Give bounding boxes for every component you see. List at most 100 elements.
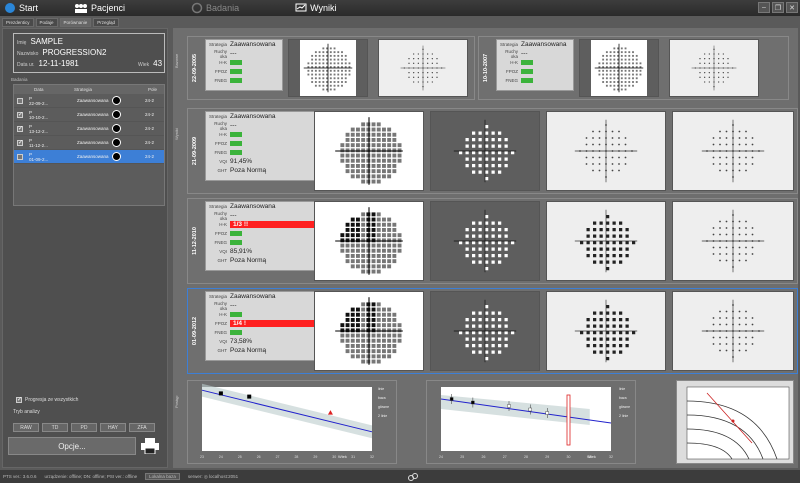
vfi-legend: linie baza główne 2 linie <box>378 385 389 421</box>
eye-icon <box>112 152 121 161</box>
eye-icon <box>112 138 121 147</box>
result-panel[interactable]: 01-09-2012 Strategia Zaawansowana Ruchy o… <box>187 288 798 374</box>
baseline-greyscale-map[interactable] <box>288 39 368 97</box>
tab-0[interactable]: Prezdenticy <box>2 18 34 27</box>
age-label: Wiek <box>138 62 150 68</box>
test-row[interactable]: P 01-09-2... Zaawansowana 24-2 <box>14 150 164 164</box>
printer-icon[interactable] <box>140 438 160 454</box>
pattern-deviation-map[interactable] <box>546 111 666 191</box>
md-xlabel: Wiek <box>587 454 596 459</box>
vfi-tick: 31 <box>351 455 355 459</box>
tab-3[interactable]: Przegląd <box>93 18 120 27</box>
nav-results[interactable]: Wyniki <box>291 2 337 14</box>
md-highlight-bar <box>566 394 571 446</box>
td-button[interactable]: TD <box>42 423 68 432</box>
md-chart-svg: 24 25 26 27 28 29 30 31 32 <box>439 387 613 459</box>
greyscale-map[interactable] <box>314 111 424 191</box>
nav-start[interactable]: Start <box>0 2 38 14</box>
test-field: 24-2 <box>145 126 155 131</box>
tests-label: Badania <box>11 77 28 82</box>
md-legend-3: 2 linie <box>619 414 629 418</box>
vfi-tick: 29 <box>313 455 317 459</box>
md-legend-0: linie <box>619 387 626 391</box>
progression-map[interactable] <box>672 201 794 281</box>
baseline-dot-map[interactable] <box>378 39 468 97</box>
md-tick: 24 <box>439 455 443 459</box>
test-date: 13-12-2... <box>29 128 49 134</box>
baseline-panel[interactable]: 22-09-2005 Strategia Zaawansowana Ruchy o… <box>187 36 475 100</box>
eye-icon <box>112 110 121 119</box>
vfi-tick: 28 <box>294 455 298 459</box>
baseline-date: 10-10-2007 <box>483 53 490 83</box>
result-panel[interactable]: 11-12-2010 Strategia Zaawansowana Ruchy o… <box>187 198 798 284</box>
restore-icon[interactable]: ❐ <box>772 2 784 13</box>
vfi-legend-3: 2 linie <box>378 414 388 418</box>
test-row[interactable]: ✓ P 11-12-2... Zaawansowana 24-2 <box>14 136 164 150</box>
baseline-greyscale-map[interactable] <box>579 39 659 97</box>
pattern-deviation-map[interactable] <box>546 291 666 371</box>
progression-map[interactable] <box>672 291 794 371</box>
result-panel[interactable]: 21-09-2009 Strategia Zaawansowana Ruchy o… <box>187 108 798 194</box>
options-button[interactable]: Opcje... <box>8 437 136 455</box>
test-row-checkbox[interactable]: ✓ <box>17 139 23 146</box>
test-row-checkbox[interactable] <box>17 97 23 104</box>
tab-1[interactable]: Podaje <box>35 18 58 27</box>
results-area: Bazowe Wyniki Postęp 22-09-2005 Strategi… <box>173 28 798 468</box>
tab-2[interactable]: Porównanie <box>59 18 92 27</box>
vfi-tick: 32 <box>370 455 374 459</box>
md-point <box>545 411 549 415</box>
hodapp-chart <box>676 380 794 464</box>
pd-button[interactable]: PD <box>71 423 97 432</box>
md-point <box>528 407 532 412</box>
ght-value: Poza Normą <box>230 347 267 354</box>
test-row[interactable]: P 22-09-2... Zaawansowana 24-2 <box>14 94 164 108</box>
nav-studies[interactable]: Badania <box>187 2 239 14</box>
test-row[interactable]: ✓ P 13-12-2... Zaawansowana 24-2 <box>14 122 164 136</box>
version-text: PTS ver.: 3.6.0.6 <box>3 474 37 479</box>
baseline-info: Strategia Zaawansowana Ruchy oka --- H-K F… <box>496 39 574 91</box>
baseline-panel[interactable]: 10-10-2007 Strategia Zaawansowana Ruchy o… <box>478 36 789 100</box>
baseline-date-strip: 22-09-2005 <box>188 37 202 99</box>
close-icon[interactable]: ✕ <box>786 2 798 13</box>
zfa-button[interactable]: ZFA <box>129 423 155 432</box>
vfi-tick: 27 <box>276 455 280 459</box>
total-deviation-map[interactable] <box>430 201 540 281</box>
md-legend-1: baza <box>619 396 627 400</box>
col-field: Pole <box>148 87 158 92</box>
pattern-deviation-map[interactable] <box>546 201 666 281</box>
tests-header: Data Strategia Pole <box>14 85 164 94</box>
fp-ok <box>230 231 242 236</box>
minimize-icon[interactable]: – <box>758 2 770 13</box>
test-row-checkbox[interactable]: ✓ <box>17 111 23 118</box>
total-deviation-map[interactable] <box>430 111 540 191</box>
fl-alert: 1/3 !! <box>230 221 314 228</box>
patient-surname: PROGRESSION2 <box>42 48 107 57</box>
total-deviation-map[interactable] <box>430 291 540 371</box>
link-icon <box>408 472 419 481</box>
local-db-toggle[interactable]: Lokalna baza <box>145 473 180 480</box>
test-strategy: Zaawansowana <box>77 140 109 145</box>
fp-ok <box>230 141 242 146</box>
test-field: 24-2 <box>145 140 155 145</box>
vfi-value: 73,58% <box>230 338 253 345</box>
result-date-strip: 21-09-2009 <box>188 109 202 193</box>
md-tick: 28 <box>524 455 528 459</box>
progression-checkbox[interactable]: ✓ <box>16 397 22 403</box>
test-row-checkbox[interactable] <box>17 153 23 160</box>
progression-map[interactable] <box>672 111 794 191</box>
nav-patients[interactable]: Pacjenci <box>70 2 125 14</box>
md-legend-2: główne <box>619 405 631 409</box>
fp-alert: 1/4 ! <box>230 320 314 327</box>
test-row-checkbox[interactable]: ✓ <box>17 125 23 132</box>
fl-ok <box>230 312 242 317</box>
greyscale-map[interactable] <box>314 291 424 371</box>
vfi-tick: 23 <box>200 455 204 459</box>
left-panel: Imię SAMPLE Nazwisko PROGRESSION2 Data ur.… <box>2 28 168 468</box>
test-row[interactable]: ✓ P 10-10-2... Zaawansowana 24-2 <box>14 108 164 122</box>
baseline-dot-map[interactable] <box>669 39 759 97</box>
analysis-type-label: Tryb analizy <box>13 409 40 415</box>
raw-button[interactable]: RAW <box>13 423 39 432</box>
window-controls: – ❐ ✕ <box>758 2 798 13</box>
greyscale-map[interactable] <box>314 201 424 281</box>
hay-button[interactable]: HAY <box>100 423 126 432</box>
